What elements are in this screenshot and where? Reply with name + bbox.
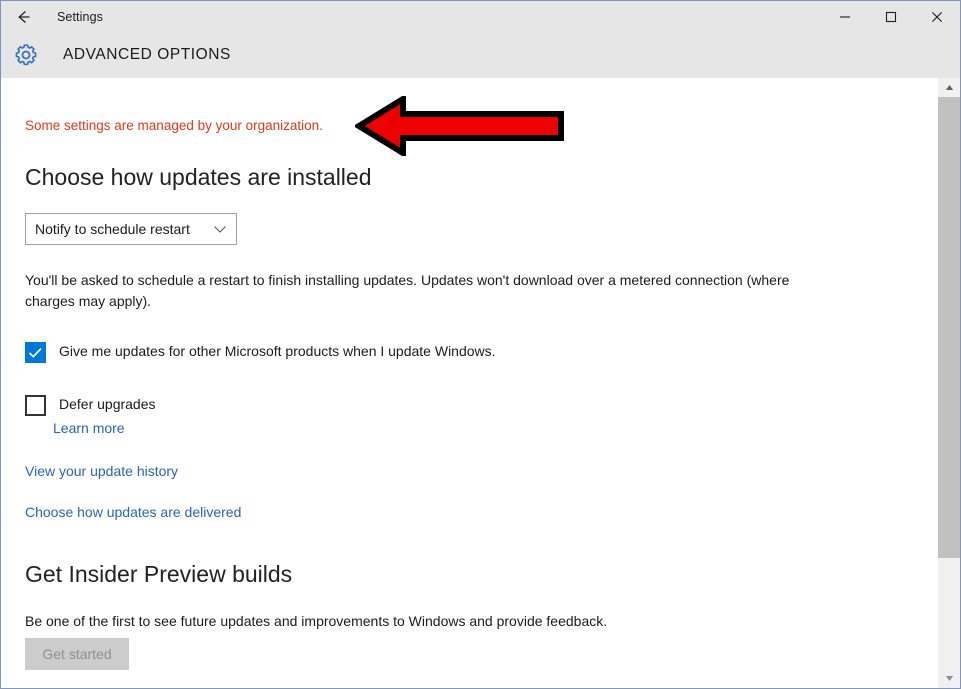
back-button[interactable] xyxy=(1,1,47,32)
title-bar: Settings xyxy=(1,1,960,32)
section-heading-insider: Get Insider Preview builds xyxy=(25,561,292,588)
scroll-down-button[interactable] xyxy=(938,669,960,688)
app-title: Settings xyxy=(57,10,103,24)
scroll-up-arrow-icon xyxy=(945,84,954,91)
maximize-button[interactable] xyxy=(868,1,914,32)
managed-by-organization-note: Some settings are managed by your organi… xyxy=(25,118,323,133)
scrollbar-thumb[interactable] xyxy=(938,97,960,558)
page-title: ADVANCED OPTIONS xyxy=(63,46,231,64)
insider-description: Be one of the first to see future update… xyxy=(25,611,607,632)
chevron-down-icon xyxy=(213,224,227,234)
checkbox-microsoft-products[interactable] xyxy=(25,342,46,363)
dropdown-selected-value: Notify to schedule restart xyxy=(35,221,190,237)
get-started-button[interactable]: Get started xyxy=(25,638,129,670)
update-mode-dropdown[interactable]: Notify to schedule restart xyxy=(25,213,237,245)
settings-window: Settings xyxy=(0,0,961,689)
checkbox-row-defer-upgrades[interactable]: Defer upgrades xyxy=(25,394,156,416)
close-icon xyxy=(931,11,943,23)
scroll-down-arrow-icon xyxy=(945,675,954,682)
link-learn-more[interactable]: Learn more xyxy=(53,420,125,436)
minimize-icon xyxy=(839,11,851,23)
close-button[interactable] xyxy=(914,1,960,32)
gear-icon xyxy=(3,42,49,68)
scroll-up-button[interactable] xyxy=(938,78,960,97)
maximize-icon xyxy=(885,11,897,23)
link-choose-how-updates-delivered[interactable]: Choose how updates are delivered xyxy=(25,504,241,520)
link-view-update-history[interactable]: View your update history xyxy=(25,463,178,479)
checkbox-defer-upgrades[interactable] xyxy=(25,395,46,416)
settings-content: Some settings are managed by your organi… xyxy=(1,78,938,688)
checkbox-row-microsoft-products[interactable]: Give me updates for other Microsoft prod… xyxy=(25,341,496,363)
page-header: ADVANCED OPTIONS xyxy=(1,32,960,78)
vertical-scrollbar[interactable] xyxy=(938,78,960,688)
update-mode-description: You'll be asked to schedule a restart to… xyxy=(25,270,815,312)
back-arrow-icon xyxy=(14,7,34,27)
minimize-button[interactable] xyxy=(822,1,868,32)
checkbox-label-microsoft-products: Give me updates for other Microsoft prod… xyxy=(59,341,496,362)
window-controls xyxy=(822,1,960,32)
checkmark-icon xyxy=(28,347,43,359)
section-heading-updates: Choose how updates are installed xyxy=(25,164,372,191)
checkbox-label-defer-upgrades: Defer upgrades xyxy=(59,394,156,415)
